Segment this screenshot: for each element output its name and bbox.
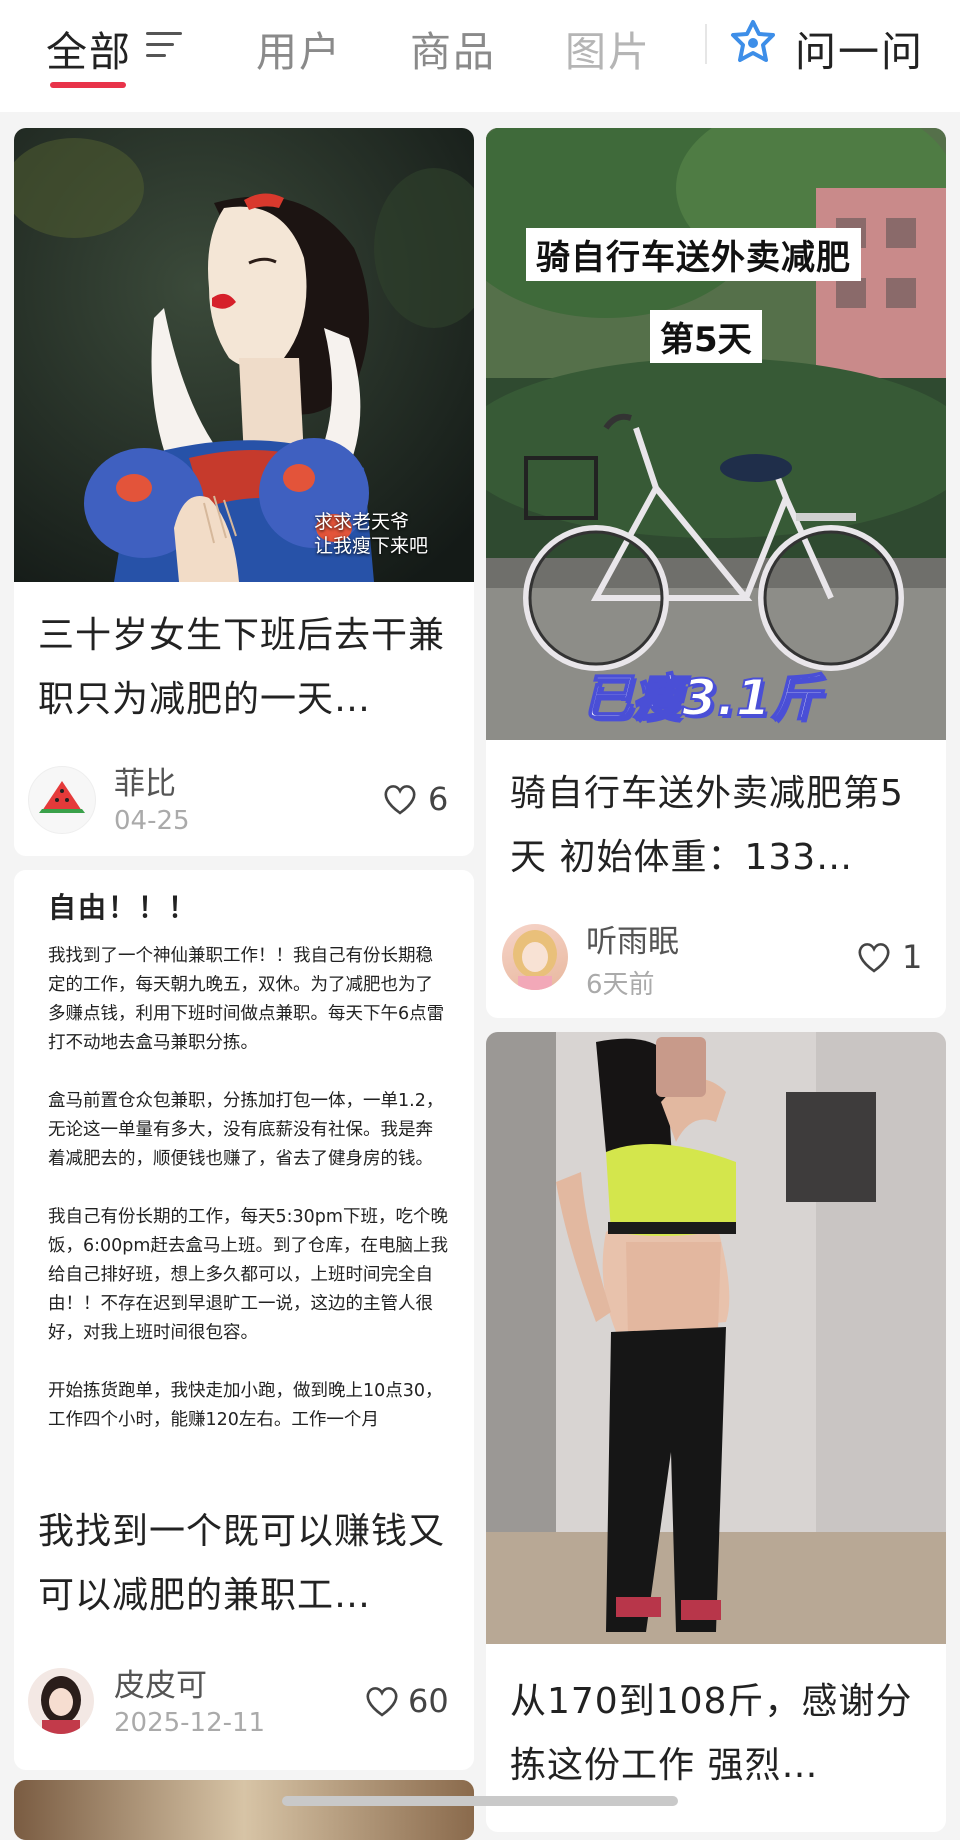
like-count: 1 <box>902 938 923 976</box>
tab-images[interactable]: 图片 <box>565 18 651 78</box>
card-title[interactable]: 我找到一个既可以赚钱又可以减肥的兼职工… <box>38 1500 454 1628</box>
card-image[interactable]: 自由！！！ 我找到了一个神仙兼职工作！！我自己有份长期稳定的工作，每天朝九晚五，… <box>14 870 474 1490</box>
post-date: 04-25 <box>114 806 190 836</box>
active-tab-indicator <box>50 82 126 88</box>
doc-body: 我找到了一个神仙兼职工作！！我自己有份长期稳定的工作，每天朝九晚五，双休。为了减… <box>48 942 450 1464</box>
like-count: 60 <box>408 1682 449 1720</box>
heart-icon[interactable] <box>364 1684 400 1718</box>
home-indicator <box>282 1796 678 1806</box>
feed-card-1[interactable]: 求求老天爷 让我瘦下来吧 三十岁女生下班后去干兼职只为减肥的一天… 菲比 04-… <box>14 128 474 856</box>
tab-products[interactable]: 商品 <box>410 18 496 78</box>
doc-paragraph: 开始拣货跑单，我快走加小跑，做到晚上10点30，工作四个小时，能赚120左右。工… <box>48 1381 443 1430</box>
doc-heading: 自由！！！ <box>48 891 199 924</box>
post-date: 2025-12-11 <box>114 1708 266 1738</box>
filter-icon[interactable] <box>146 30 182 60</box>
author-avatar[interactable] <box>28 1668 94 1734</box>
card-title[interactable]: 从170到108斤，感谢分拣这份工作 强烈… <box>510 1670 926 1798</box>
card-image[interactable]: 求求老天爷 让我瘦下来吧 <box>14 128 474 582</box>
author-avatar[interactable] <box>502 924 568 990</box>
card-image[interactable]: 骑自行车送外卖减肥 第5天 已瘦3.1斤 <box>486 128 946 740</box>
card-title[interactable]: 骑自行车送外卖减肥第5天 初始体重：133… <box>510 762 926 890</box>
tab-divider <box>705 24 707 64</box>
author-avatar[interactable] <box>28 766 96 834</box>
image-overlay-title: 骑自行车送外卖减肥 <box>526 228 861 281</box>
ask-button[interactable]: 问一问 <box>795 18 924 78</box>
feed-card-4[interactable]: 从170到108斤，感谢分拣这份工作 强烈… <box>486 1032 946 1832</box>
feed-card-3[interactable]: 自由！！！ 我找到了一个神仙兼职工作！！我自己有份长期稳定的工作，每天朝九晚五，… <box>14 870 474 1770</box>
heart-icon[interactable] <box>856 940 892 974</box>
card-image[interactable] <box>486 1032 946 1644</box>
image-overlay-day: 第5天 <box>650 310 762 363</box>
card-image[interactable] <box>14 1780 474 1840</box>
tab-all[interactable]: 全部 <box>46 18 132 78</box>
card-title[interactable]: 三十岁女生下班后去干兼职只为减肥的一天… <box>38 604 454 732</box>
ask-star-icon[interactable] <box>728 18 778 68</box>
doc-paragraph: 我自己有份长期的工作，每天5:30pm下班，吃个晚饭，6:00pm赶去盒马上班。… <box>48 1207 448 1343</box>
author-name[interactable]: 听雨眠 <box>586 916 679 961</box>
feed-card-5[interactable] <box>14 1780 474 1840</box>
tab-users[interactable]: 用户 <box>256 18 342 78</box>
image-overlay-weight: 已瘦3.1斤 <box>581 668 822 728</box>
image-caption: 求求老天爷 让我瘦下来吧 <box>314 511 429 557</box>
doc-paragraph: 盒马前置仓众包兼职，分拣加打包一体，一单1.2，无论这一单量有多大，没有底薪没有… <box>48 1091 444 1169</box>
heart-icon[interactable] <box>382 782 418 816</box>
feed-card-2[interactable]: 骑自行车送外卖减肥 第5天 已瘦3.1斤 骑自行车送外卖减肥第5天 初始体重：1… <box>486 128 946 1018</box>
like-count: 6 <box>428 780 449 818</box>
post-date: 6天前 <box>586 970 655 1000</box>
doc-paragraph: 我找到了一个神仙兼职工作！！我自己有份长期稳定的工作，每天朝九晚五，双休。为了减… <box>48 946 445 1053</box>
top-tab-bar: 全部 用户 商品 图片 问一问 <box>0 0 960 112</box>
author-name[interactable]: 菲比 <box>114 758 176 803</box>
watermelon-icon <box>39 781 85 813</box>
author-name[interactable]: 皮皮可 <box>114 1660 207 1705</box>
